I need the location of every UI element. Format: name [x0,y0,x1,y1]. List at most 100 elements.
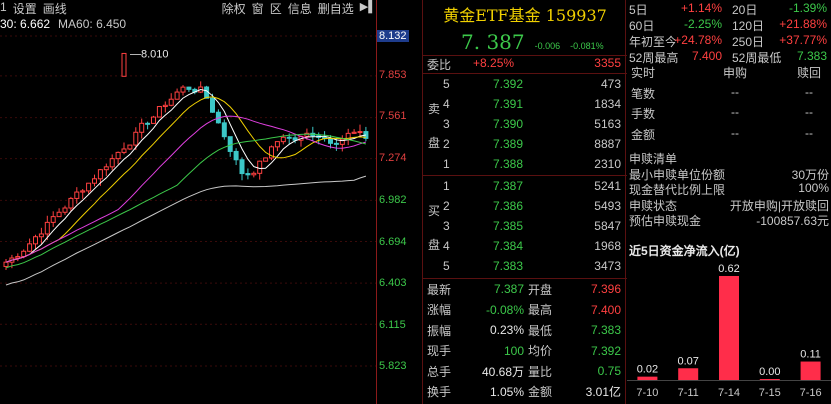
stat-value: 7.396 [590,282,621,297]
candle-body [186,86,192,90]
ask-row[interactable]: 4 7.391 1834 [423,94,627,114]
row-label: 笔数 [631,86,656,101]
ask-volume: 5163 [594,117,621,131]
stats-row: 换手 1.05% 金额 3.01亿 [423,382,627,403]
flow-bar [637,376,658,380]
cell-value: -- [731,125,739,140]
perf-row: 60日 -2.25% 120日 +21.88% [627,17,831,33]
perf-label: 60日 [629,19,655,33]
detail-value: 开放申购|开放赎回 [729,198,829,213]
flow-bar [678,368,699,380]
fund-title: 黄金ETF基金 159937 [443,6,607,25]
detail-label: 现金替代比例上限 [629,183,726,197]
ask-price: 7.391 [493,97,524,111]
perf-value: -2.25% [683,17,722,31]
detail-row: 最小申赎单位份额 30万份 [627,166,831,182]
bid-price: 7.384 [493,239,524,253]
ask-level: 3 [443,117,450,131]
candle-body [139,122,145,133]
candle-body [103,166,109,171]
candle-body [15,256,21,259]
price-row: 7. 387 -0.006 -0.081% [423,30,627,54]
candle-body [50,216,56,223]
perf-label: 5日 [629,3,648,17]
candle-body [121,148,127,153]
bid-volume: 3473 [594,259,621,273]
bid-level: 4 [443,239,450,253]
candle-body [274,141,280,148]
detail-label: 申赎清单 [629,152,678,166]
candle-body [251,172,257,176]
ask-book: 卖 盘 5 7.392 473 4 7.391 1834 3 7.390 5163 2 7.3… [423,74,627,174]
stats-row: 最新 7.387 开盘 7.396 [423,279,627,300]
candle-body [145,122,151,125]
bid-row[interactable]: 2 7.386 5493 [423,196,627,216]
candle-body [38,233,44,238]
price-tick: 7.853 [379,69,407,81]
ask-volume: 1834 [594,97,621,111]
stat-label: 最高 [528,303,553,318]
bid-volume: 5493 [594,199,621,213]
candle-body [56,211,62,218]
candle-body [27,243,33,252]
bid-price: 7.386 [493,199,524,213]
perf-row: 年初至今 +24.78% 250日 +37.77% [627,33,831,49]
stat-label: 振幅 [427,323,452,338]
cell-value: -- [805,84,813,99]
column-header: 申购 [722,66,747,80]
stat-value: 7.387 [493,282,524,297]
bid-volume: 1968 [594,239,621,253]
flow-bar [759,379,780,380]
perf-value: +1.14% [680,1,722,15]
ask-row[interactable]: 2 7.389 8887 [423,134,627,154]
ask-row[interactable]: 3 7.390 5163 [423,114,627,134]
candle-body [239,159,245,175]
candle-body [351,131,357,134]
stat-value: 7.392 [590,343,621,358]
detail-value: 30万份 [791,167,829,182]
stats-row: 振幅 0.23% 最低 7.383 [423,320,627,341]
ask-level: 5 [443,77,450,91]
bid-row[interactable]: 3 7.385 5847 [423,216,627,236]
perf-label: 20日 [732,3,758,17]
flow-bar [719,276,739,380]
perf-value: +24.78% [674,33,722,47]
kline-chart-panel[interactable]: 1 设置 画线 除权 窗 区 信息 删自选 ▶▌ 30: 6.662 MA60:… [0,0,421,404]
perf-value: +21.88% [779,17,827,31]
bid-row[interactable]: 1 7.387 5241 [423,176,627,196]
weibi-num: 3355 [594,56,621,70]
stat-value: 1.05% [489,384,524,399]
price-change: -0.006 [534,41,561,51]
perf-label: 250日 [732,35,765,49]
candle-body [62,207,68,213]
bid-volume: 5847 [594,219,621,233]
stat-label: 开盘 [528,282,553,297]
price-change-pct: -0.081% [570,41,604,51]
cell-value: -- [805,125,813,140]
price-tick: 6.982 [379,194,407,206]
stats-row: 总手 40.68万 量比 0.75 [423,361,627,382]
candle-body [33,236,38,245]
candle-body [263,157,269,162]
stat-label: 总手 [427,364,452,379]
candlestick-svg[interactable]: —8.010 [0,0,376,404]
flow-category-label: 7-14 [718,387,740,399]
bid-row[interactable]: 4 7.384 1968 [423,236,627,256]
ask-price: 7.388 [493,157,524,171]
flow-value-label: 0.02 [637,364,658,376]
detail-row: 申赎清单 [627,150,831,166]
info-panel: 5日 +1.14% 20日 -1.39% 60日 -2.25% 120日 +21.88% 年… [627,0,831,404]
candle-body [227,136,233,152]
bid-row[interactable]: 5 7.383 3473 [423,256,627,276]
candle-body [257,160,263,174]
bid-price: 7.383 [493,259,524,273]
price-tick: 6.115 [379,319,406,331]
fund-flow-title: 近5日资金净流入(亿) [629,244,740,258]
ask-row[interactable]: 5 7.392 473 [423,74,627,94]
flow-value-label: 0.07 [677,355,698,367]
detail-value: 100% [798,181,829,195]
ask-price: 7.392 [493,77,524,91]
ask-row[interactable]: 1 7.388 2310 [423,154,627,174]
table-row: 笔数 -- -- [627,85,831,106]
candle-body [357,131,363,134]
